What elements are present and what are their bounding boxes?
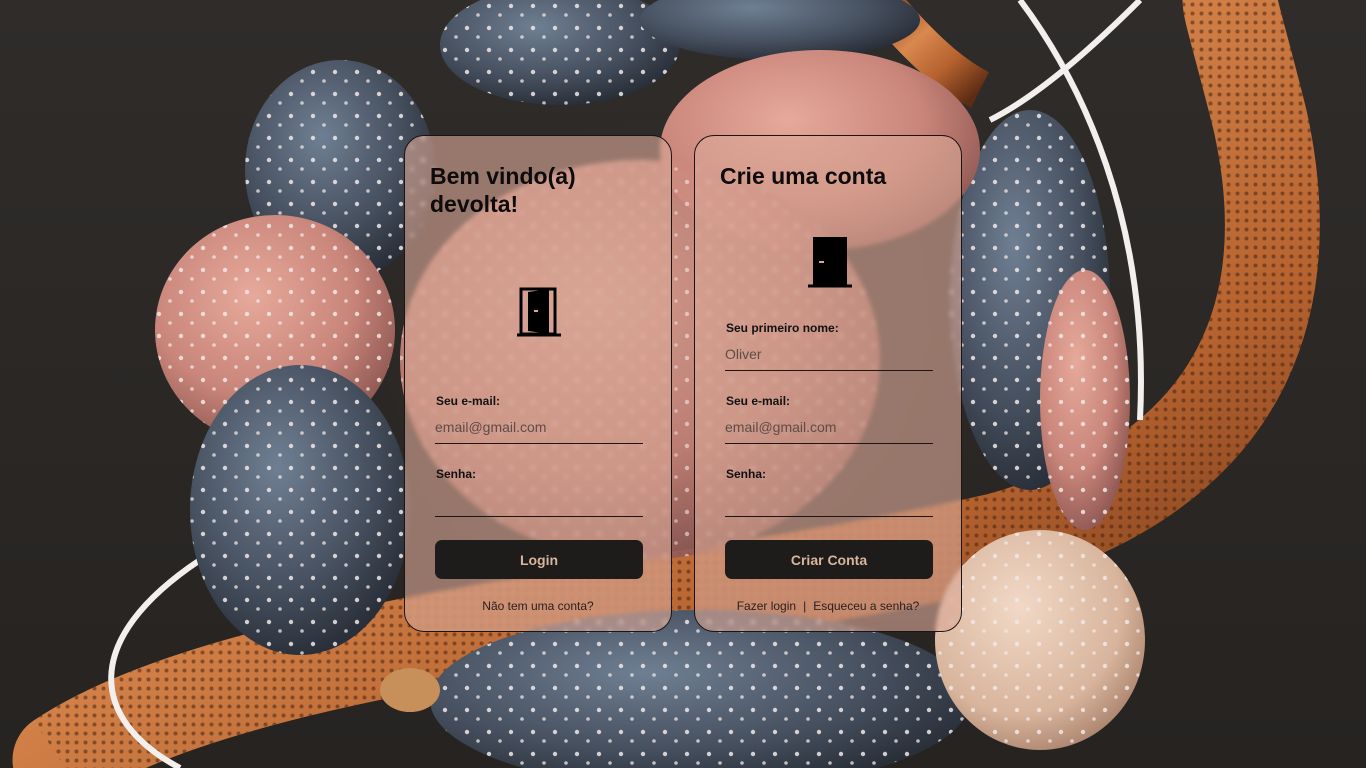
login-card: Bem vindo(a) devolta! Seu e-mail: Senha:… — [404, 135, 672, 632]
background-artwork — [0, 0, 1366, 768]
signup-title: Crie uma conta — [720, 163, 887, 189]
login-password-input[interactable] — [435, 489, 643, 517]
signup-email-label: Seu e-mail: — [726, 394, 791, 408]
login-button[interactable]: Login — [435, 540, 643, 579]
signup-email-group: Seu e-mail: — [725, 394, 933, 444]
login-email-label: Seu e-mail: — [436, 394, 501, 408]
abstract-shapes-illustration — [12, 0, 1320, 768]
signup-first-name-label: Seu primeiro nome: — [726, 321, 839, 335]
signup-password-label: Senha: — [726, 467, 767, 481]
forgot-password-link[interactable]: Esqueceu a senha? — [813, 599, 919, 613]
signup-card: Crie uma conta Seu primeiro nome: Seu e-… — [694, 135, 962, 632]
login-title: Bem vindo(a) devolta! — [430, 163, 576, 217]
signup-first-name-input[interactable] — [725, 343, 933, 371]
footer-separator: | — [803, 599, 807, 613]
create-account-button[interactable]: Criar Conta — [725, 540, 933, 579]
signup-password-input[interactable] — [725, 489, 933, 517]
login-password-label: Senha: — [436, 467, 477, 481]
door-open-icon — [517, 287, 561, 337]
signup-email-input[interactable] — [725, 416, 933, 444]
login-link[interactable]: Fazer login — [737, 599, 796, 613]
login-footer: Não tem uma conta? — [405, 599, 671, 613]
door-closed-icon — [808, 237, 852, 288]
signup-first-name-group: Seu primeiro nome: — [725, 321, 933, 371]
no-account-link[interactable]: Não tem uma conta? — [482, 599, 593, 613]
signup-footer: Fazer login | Esqueceu a senha? — [695, 599, 961, 613]
login-email-group: Seu e-mail: — [435, 394, 643, 444]
login-password-group: Senha: — [435, 467, 643, 517]
signup-password-group: Senha: — [725, 467, 933, 517]
login-email-input[interactable] — [435, 416, 643, 444]
